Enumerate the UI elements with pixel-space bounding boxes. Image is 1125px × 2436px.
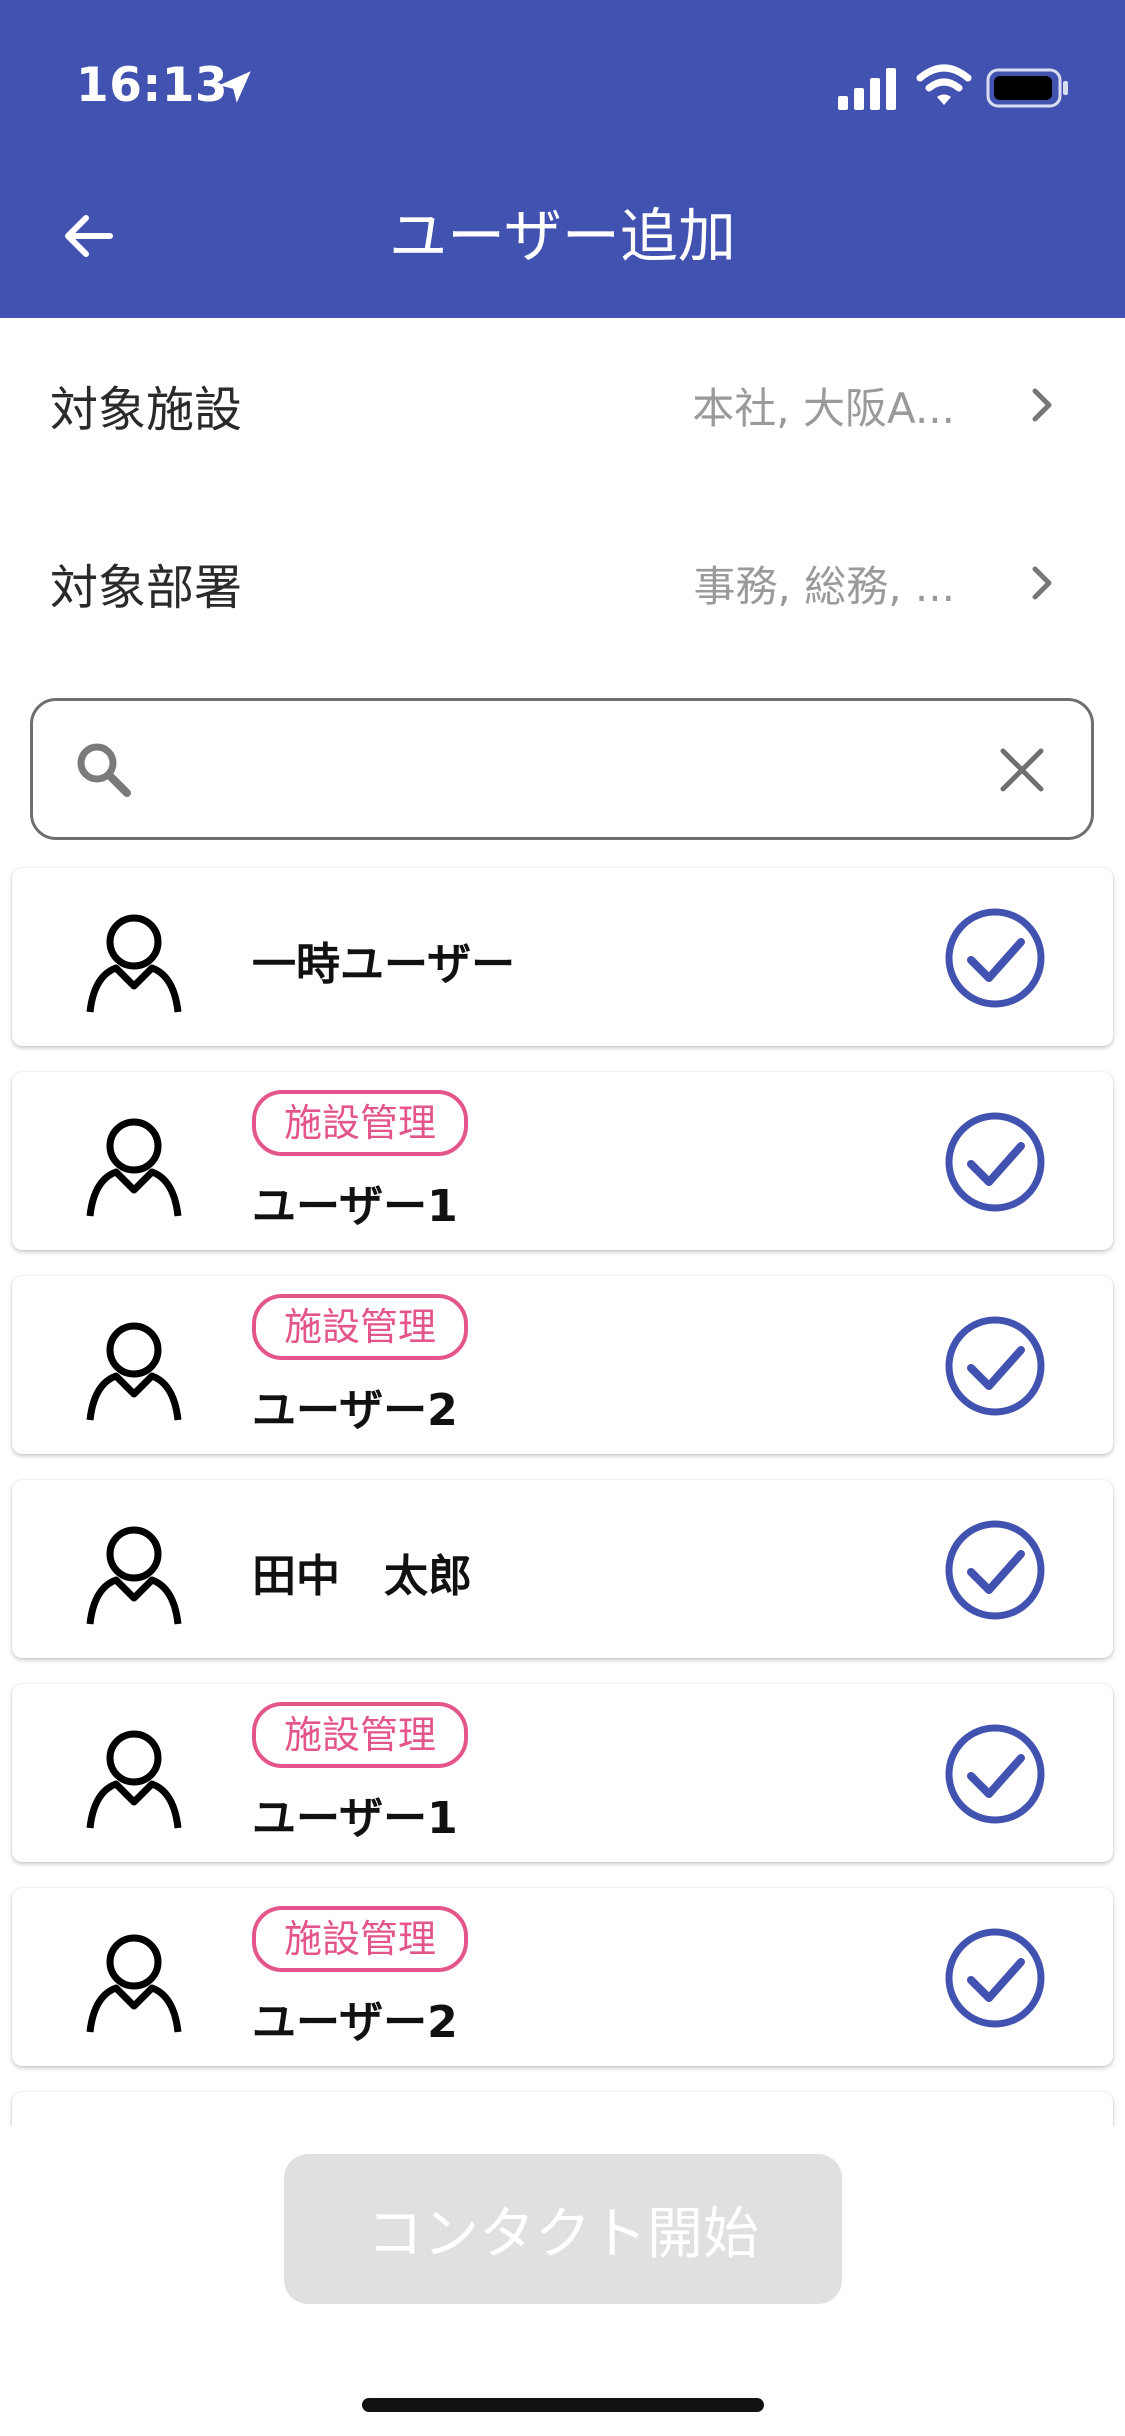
user-card-partial[interactable] xyxy=(12,2092,1113,2126)
location-arrow-icon xyxy=(219,71,251,103)
check-circle-icon[interactable] xyxy=(943,1926,1047,2030)
check-circle-icon[interactable] xyxy=(943,1110,1047,1214)
filter-row-department[interactable]: 対象部署 事務, 総務, ... xyxy=(0,508,1125,658)
search-icon xyxy=(77,743,131,797)
screen: 16:13 ユーザー追加 対象施設 本社, 大阪A... 対象部署 事務, 総務… xyxy=(0,0,1125,2436)
user-avatar-icon xyxy=(86,1322,182,1421)
role-badge: 施設管理 xyxy=(252,1294,469,1360)
user-name: 田中 太郎 xyxy=(252,1551,472,1602)
user-list: 一時ユーザー 施設管理 ユーザー1 施設管理 ユーザー2 田中 太郎 施設管理 … xyxy=(0,856,1125,2126)
contact-start-button[interactable]: コンタクト開始 xyxy=(284,2154,842,2304)
filter-row-facility[interactable]: 対象施設 本社, 大阪A... xyxy=(0,330,1125,480)
search-input[interactable] xyxy=(155,725,995,815)
user-name: ユーザー1 xyxy=(252,1181,458,1232)
check-circle-icon[interactable] xyxy=(943,1722,1047,1826)
filter-label-department: 対象部署 xyxy=(50,560,243,616)
user-name: ユーザー2 xyxy=(252,1385,458,1436)
role-badge: 施設管理 xyxy=(252,1702,469,1768)
user-card[interactable]: 田中 太郎 xyxy=(12,1480,1113,1658)
home-indicator xyxy=(362,2398,764,2412)
chevron-right-icon xyxy=(1032,388,1052,422)
filter-value-department: 事務, 総務, ... xyxy=(693,561,955,611)
status-time: 16:13 xyxy=(76,58,229,113)
check-circle-icon[interactable] xyxy=(943,1314,1047,1418)
user-name: ユーザー1 xyxy=(252,1793,458,1844)
role-badge: 施設管理 xyxy=(252,1090,469,1156)
user-card[interactable]: 施設管理 ユーザー2 xyxy=(12,1888,1113,2066)
role-badge: 施設管理 xyxy=(252,1906,469,1972)
app-header: 16:13 ユーザー追加 xyxy=(0,0,1125,318)
user-avatar-icon xyxy=(86,1934,182,2033)
wifi-icon xyxy=(916,64,972,105)
filter-value-facility: 本社, 大阪A... xyxy=(692,383,955,433)
user-card[interactable]: 施設管理 ユーザー1 xyxy=(12,1072,1113,1250)
user-avatar-icon xyxy=(86,1730,182,1829)
user-name: 一時ユーザー xyxy=(252,939,516,990)
page-title: ユーザー追加 xyxy=(389,202,736,270)
cellular-signal-icon xyxy=(838,68,896,110)
user-avatar-icon xyxy=(86,914,182,1013)
user-avatar-icon xyxy=(86,1526,182,1625)
user-avatar-icon xyxy=(86,1118,182,1217)
user-card[interactable]: 施設管理 ユーザー1 xyxy=(12,1684,1113,1862)
search-box[interactable] xyxy=(30,698,1094,840)
user-card[interactable]: 一時ユーザー xyxy=(12,868,1113,1046)
status-bar: 16:13 xyxy=(0,0,1125,180)
close-icon[interactable] xyxy=(995,743,1049,797)
check-circle-icon[interactable] xyxy=(943,1518,1047,1622)
battery-icon xyxy=(986,68,1068,108)
check-circle-icon[interactable] xyxy=(943,906,1047,1010)
user-name: ユーザー2 xyxy=(252,1997,458,2048)
filter-label-facility: 対象施設 xyxy=(50,382,243,438)
chevron-right-icon xyxy=(1032,566,1052,600)
user-card[interactable]: 施設管理 ユーザー2 xyxy=(12,1276,1113,1454)
